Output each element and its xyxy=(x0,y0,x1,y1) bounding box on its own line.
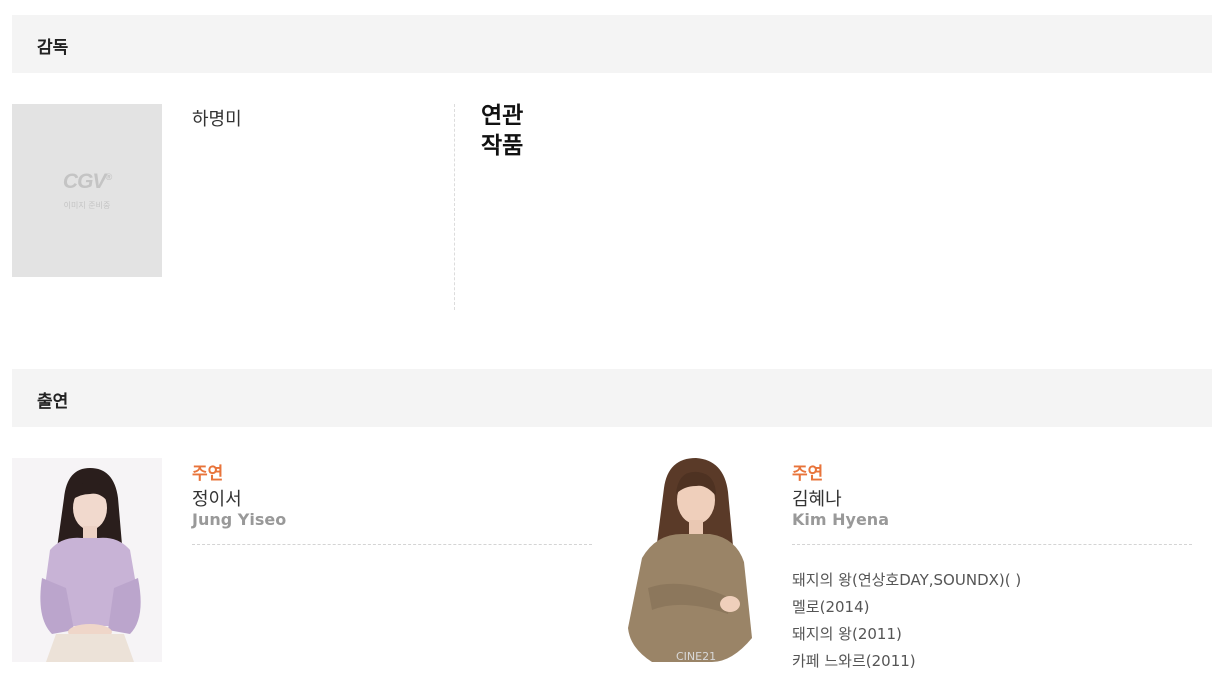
filmography-item[interactable]: 멜로(2014) xyxy=(792,594,1021,621)
filmography-item[interactable]: 카페 느와르(2011) xyxy=(792,648,1021,675)
director-photo-placeholder[interactable]: CGV® 이미지 준비중 xyxy=(12,104,162,277)
vertical-divider xyxy=(454,104,455,310)
related-works-title: 연관 작품 xyxy=(481,103,524,159)
cast-divider xyxy=(192,544,592,545)
director-section-title: 감독 xyxy=(37,38,69,58)
filmography-list: 돼지의 왕(연상호DAY,SOUNDX)( ) 멜로(2014) 돼지의 왕(2… xyxy=(792,567,1021,675)
actor-portrait-1 xyxy=(12,458,162,662)
actor-portrait-2: CINE21 xyxy=(612,458,762,662)
cast-name-ko[interactable]: 정이서 xyxy=(192,485,242,511)
placeholder-caption: 이미지 준비중 xyxy=(63,201,111,210)
director-name[interactable]: 하명미 xyxy=(192,105,242,131)
cast-role-label: 주연 xyxy=(792,464,824,484)
cast-section-title: 출연 xyxy=(37,392,69,412)
director-section-header: 감독 xyxy=(12,15,1212,73)
actor-photo-jung-yiseo[interactable] xyxy=(12,458,162,662)
cast-name-ko[interactable]: 김혜나 xyxy=(792,485,842,511)
svg-text:CINE21: CINE21 xyxy=(676,650,716,662)
cast-name-en: Kim Hyena xyxy=(792,510,889,529)
cast-section-header: 출연 xyxy=(12,369,1212,427)
filmography-item[interactable]: 돼지의 왕(2011) xyxy=(792,621,1021,648)
cast-name-en: Jung Yiseo xyxy=(192,510,287,529)
filmography-item[interactable]: 돼지의 왕(연상호DAY,SOUNDX)( ) xyxy=(792,567,1021,594)
cast-role-label: 주연 xyxy=(192,464,224,484)
cgv-logo: CGV® xyxy=(62,170,112,193)
actor-photo-kim-hyena[interactable]: CINE21 xyxy=(612,458,762,662)
cast-divider xyxy=(792,544,1192,545)
